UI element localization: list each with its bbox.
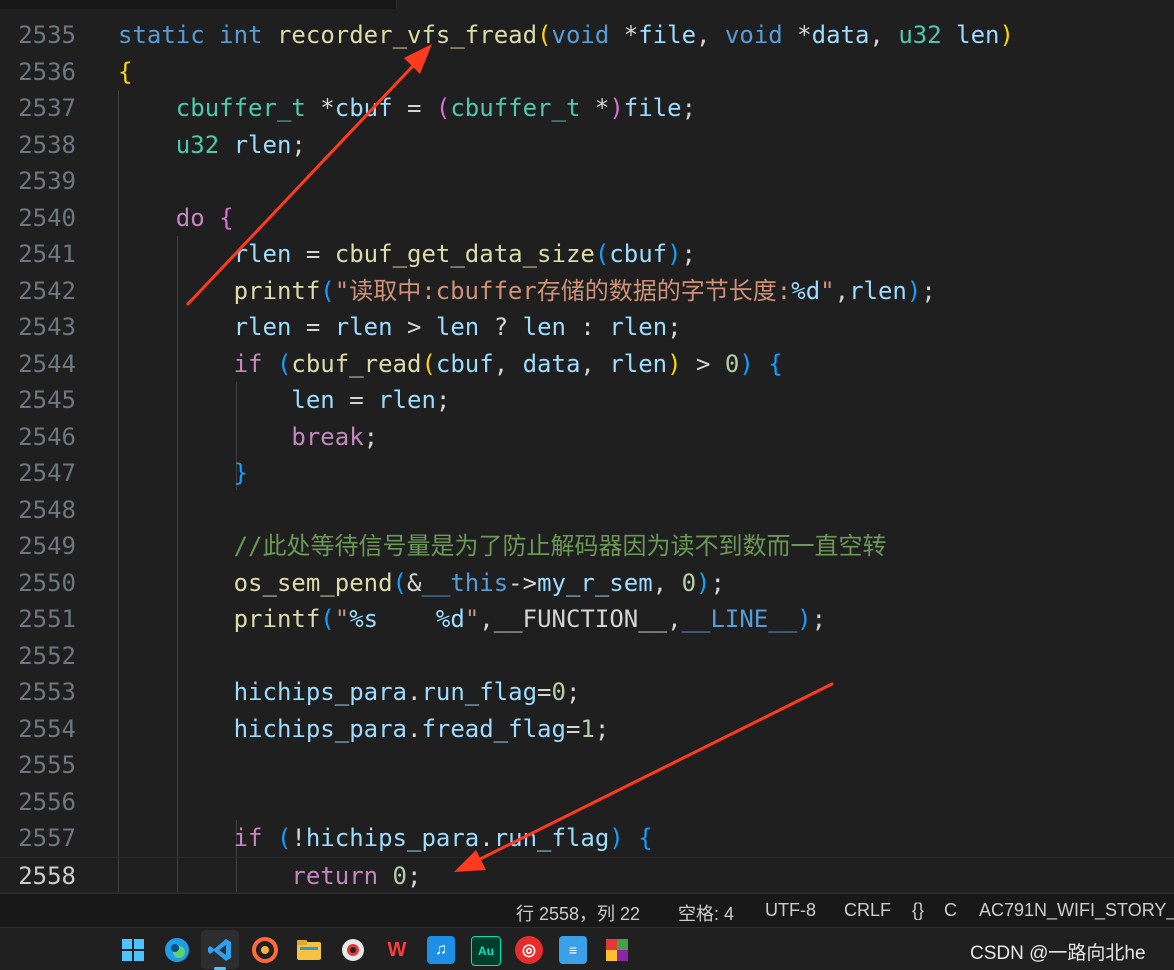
cursor-position[interactable]: 行 2558，列 22 (516, 900, 640, 926)
file-explorer-icon[interactable] (295, 936, 323, 964)
windows-start-icon[interactable] (119, 936, 147, 964)
annotation-arrow-top (186, 48, 430, 306)
language-mode[interactable]: C (944, 900, 957, 921)
snipping-icon[interactable] (339, 936, 367, 964)
annotation-arrow-bottom (460, 682, 834, 870)
code-editor[interactable]: 2535 static int recorder_vfs_fread(void *… (0, 0, 1174, 893)
file-encoding[interactable]: UTF-8 (765, 900, 816, 921)
csdn-watermark: CSDN @一路向北he (970, 943, 1146, 964)
music-app-icon[interactable]: ♫ (427, 936, 455, 964)
annotation-arrowhead-bottom (454, 850, 486, 872)
audition-icon[interactable]: Au (471, 936, 501, 966)
color-app-icon[interactable] (603, 936, 631, 964)
project-name[interactable]: AC791N_WIFI_STORY_ (979, 900, 1174, 921)
windows-taskbar: W ♫ Au ◎ ≡ CSDN @一路向北he (0, 927, 1174, 970)
status-bar: 行 2558，列 22 空格: 4 UTF-8 CRLF {} C AC791N… (0, 893, 1174, 927)
braces-icon[interactable]: {} (912, 900, 924, 921)
wps-icon[interactable]: W (383, 936, 411, 964)
line-ending[interactable]: CRLF (844, 900, 891, 921)
annotation-arrows (186, 44, 834, 872)
edge-icon[interactable] (163, 936, 191, 964)
swirl-app-icon[interactable] (251, 936, 279, 964)
notepad-icon[interactable]: ≡ (559, 936, 587, 964)
vscode-icon[interactable] (206, 936, 234, 964)
netease-music-icon[interactable]: ◎ (515, 936, 543, 964)
indentation-setting[interactable]: 空格: 4 (678, 900, 734, 926)
